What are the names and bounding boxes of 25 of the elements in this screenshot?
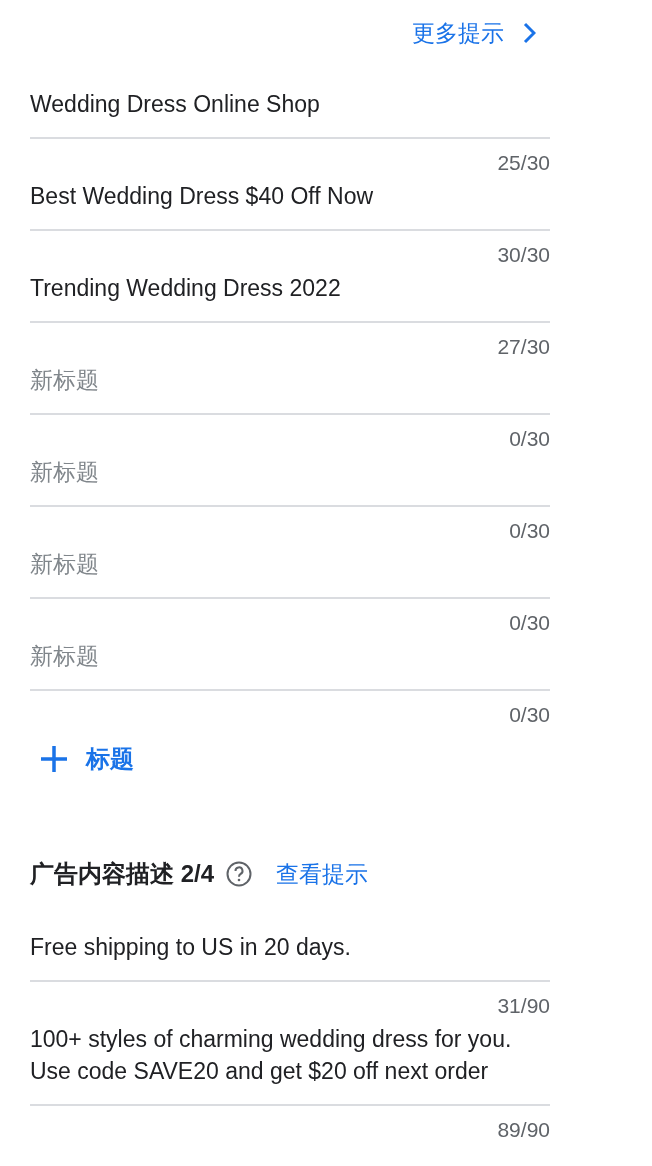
character-counter: 0/30 xyxy=(509,519,550,543)
input-field[interactable]: Trending Wedding Dress 2022 xyxy=(30,267,550,323)
section-title: 广告内容描述 2/4 xyxy=(30,859,215,889)
more-tips-link[interactable]: 更多提示 xyxy=(412,15,536,51)
character-counter: 31/90 xyxy=(497,994,550,1018)
view-tips-link[interactable]: 查看提示 xyxy=(276,856,369,892)
character-counter: 27/30 xyxy=(497,335,550,359)
add-headline-button[interactable]: 标题 xyxy=(30,739,134,779)
input-field[interactable]: Best Wedding Dress $40 Off Now xyxy=(30,175,550,231)
help-icon xyxy=(226,861,253,887)
input-field[interactable]: Wedding Dress Online Shop xyxy=(30,83,550,139)
input-field[interactable]: 新标题 xyxy=(30,451,550,507)
plus-icon xyxy=(40,745,68,773)
character-counter: 25/30 xyxy=(497,151,550,175)
character-counter: 89/90 xyxy=(497,1118,550,1142)
character-counter: 0/30 xyxy=(509,703,550,727)
chevron-right-icon xyxy=(522,22,536,44)
input-field[interactable]: 新标题 xyxy=(30,359,550,415)
character-counter: 0/30 xyxy=(509,611,550,635)
character-counter: 30/30 xyxy=(497,243,550,267)
input-field[interactable]: 新标题 xyxy=(30,543,550,599)
input-field[interactable]: 100+ styles of charming wedding dress for you. Use code SAVE20 and get $20 off next order xyxy=(30,1018,550,1106)
input-field[interactable]: Free shipping to US in 20 days. xyxy=(30,926,550,982)
character-counter: 0/30 xyxy=(509,427,550,451)
input-field[interactable]: 新标题 xyxy=(30,635,550,691)
